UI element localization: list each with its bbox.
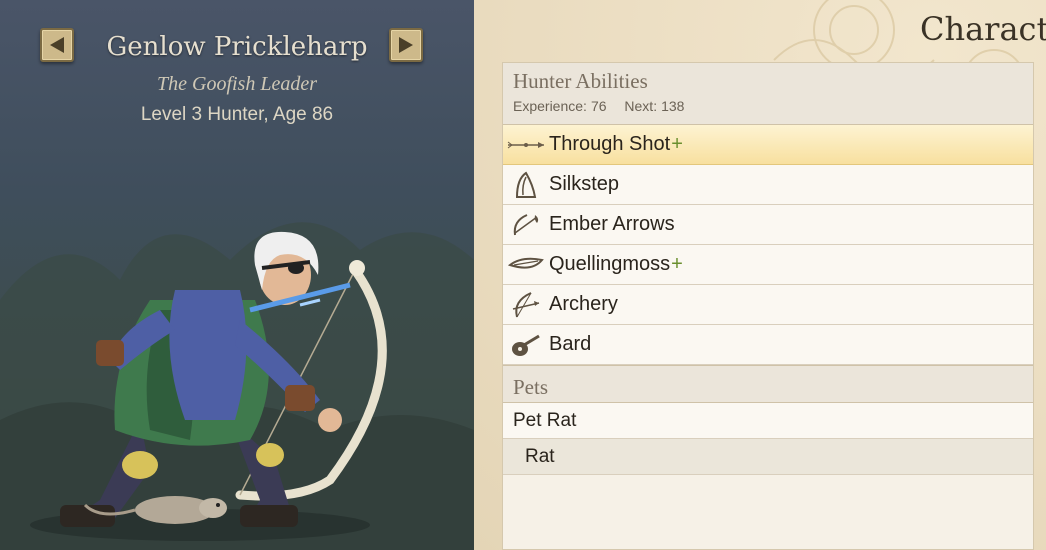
panel-title: Characte [920, 10, 1046, 48]
arrow-shot-icon [503, 125, 549, 165]
pet-row-pet-rat[interactable]: Pet Rat [503, 403, 1033, 439]
character-title: The Goofish Leader [157, 73, 317, 95]
experience-label: Experience: [513, 98, 587, 114]
ability-label: Through Shot [549, 133, 671, 155]
ability-row-ember-arrows[interactable]: Ember Arrows [503, 205, 1033, 245]
ability-list: Through Shot + Silkstep Ember Arrows Quellin… [503, 125, 1033, 365]
pet-label: Rat [525, 445, 555, 467]
experience-line: Experience: 76 Next: 138 [513, 98, 1023, 114]
pets-section-title: Pets [513, 375, 549, 399]
cloak-icon [503, 165, 549, 205]
ability-list-panel: Hunter Abilities Experience: 76 Next: 138 … [502, 62, 1034, 550]
abilities-header: Hunter Abilities Experience: 76 Next: 138 [503, 63, 1033, 125]
ability-upgrade-plus: + [671, 253, 683, 275]
abilities-section-title: Hunter Abilities [513, 69, 648, 93]
character-portrait-panel: Genlow Prickleharp The Goofish Leader Le… [0, 0, 474, 550]
experience-value: 76 [590, 98, 607, 114]
lute-icon [503, 325, 549, 365]
character-sheet-panel: Characte Hunter Abilities Experience:76 … [474, 0, 1046, 550]
next-value: 138 [661, 98, 685, 114]
next-label: Next: [624, 98, 658, 114]
pets-header: Pets [503, 365, 1033, 403]
ability-label: Ember Arrows [549, 213, 675, 235]
character-level-line: Level 3 Hunter, Age 86 [140, 104, 334, 125]
ability-label: Quellingmoss [549, 253, 671, 275]
fire-bow-icon [503, 205, 549, 245]
ability-upgrade-plus: + [671, 133, 683, 155]
pet-row-rat[interactable]: Rat [503, 439, 1033, 475]
leaf-icon [503, 245, 549, 285]
ability-label: Bard [549, 333, 592, 355]
ability-label: Silkstep [549, 173, 620, 195]
ability-row-archery[interactable]: Archery [503, 285, 1033, 325]
ability-row-through-shot[interactable]: Through Shot + [503, 125, 1033, 165]
bow-icon [503, 285, 549, 325]
ability-label: Archery [549, 293, 618, 315]
character-name: Genlow Prickleharp [106, 32, 368, 62]
ability-row-bard[interactable]: Bard [503, 325, 1033, 365]
ability-row-silkstep[interactable]: Silkstep [503, 165, 1033, 205]
pet-label: Pet Rat [513, 409, 577, 431]
ability-row-quellingmoss[interactable]: Quellingmoss + [503, 245, 1033, 285]
